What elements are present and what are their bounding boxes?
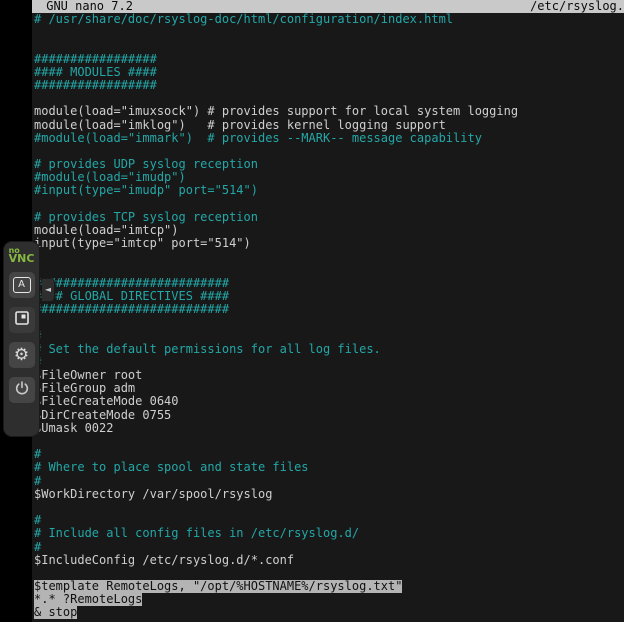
terminal-line: # [34,356,624,369]
terminal-line: # [34,330,624,343]
terminal-line: #module(load="imudp") [34,171,624,184]
terminal-line: $FileCreateMode 0640 [34,395,624,408]
terminal-line [34,39,624,52]
terminal-line [34,567,624,580]
terminal-line: module(load="imklog") # provides kernel … [34,119,624,132]
disconnect-button[interactable] [9,377,35,403]
gear-icon: ⚙ [14,347,29,364]
terminal-line: #### GLOBAL DIRECTIVES #### [34,290,624,303]
terminal-line: ################# [34,79,624,92]
terminal-line: # /usr/share/doc/rsyslog-doc/html/config… [34,13,624,26]
terminal-line: # [34,514,624,527]
novnc-toolbar[interactable]: no VNC A ⚙ ◄ [3,241,40,437]
fullscreen-icon [14,310,30,330]
terminal-line [34,316,624,329]
terminal-line: #module(load="immark") # provides --MARK… [34,132,624,145]
terminal-line [34,264,624,277]
terminal-line: module(load="imuxsock") # provides suppo… [34,105,624,118]
terminal-line [34,145,624,158]
terminal-line: # Include all config files in /etc/rsysl… [34,527,624,540]
terminal-line: $IncludeConfig /etc/rsyslog.d/*.conf [34,554,624,567]
terminal-line: $Umask 0022 [34,422,624,435]
terminal-line [34,92,624,105]
terminal-line: #input(type="imudp" port="514") [34,184,624,197]
terminal-line [34,250,624,263]
terminal-line: # Where to place spool and state files [34,461,624,474]
terminal-screen[interactable]: GNU nano 7.2 /etc/rsyslog. # /usr/share/… [32,0,624,622]
fullscreen-button[interactable] [9,307,35,333]
novnc-logo-vnc: VNC [9,255,35,263]
terminal-line: $WorkDirectory /var/spool/rsyslog [34,488,624,501]
keyboard-a-icon: A [13,277,31,293]
power-icon [14,380,30,400]
terminal-line: # [34,475,624,488]
toolbar-collapse-handle[interactable]: ◄ [42,278,55,302]
terminal-line: input(type="imtcp" port="514") [34,237,624,250]
terminal-line [34,435,624,448]
terminal-line: *.* ?RemoteLogs [34,593,624,606]
terminal-line: $FileGroup adm [34,382,624,395]
terminal-line [34,198,624,211]
terminal-line: $DirCreateMode 0755 [34,409,624,422]
terminal-line: # provides UDP syslog reception [34,158,624,171]
terminal-line: ########################### [34,277,624,290]
terminal-line: $FileOwner root [34,369,624,382]
terminal-line [34,501,624,514]
nano-version-label: GNU nano 7.2 [32,0,133,13]
terminal-line: $template RemoteLogs, "/opt/%HOSTNAME%/r… [34,580,624,593]
terminal-line: module(load="imtcp") [34,224,624,237]
terminal-line: # [34,448,624,461]
terminal-line: # [34,541,624,554]
terminal-line: # Set the default permissions for all lo… [34,343,624,356]
terminal-line: # provides TCP syslog reception [34,211,624,224]
terminal-line: & stop [34,606,624,619]
nano-title-bar: GNU nano 7.2 /etc/rsyslog. [32,0,624,13]
terminal-line: #### MODULES #### [34,66,624,79]
terminal-line: ########################### [34,303,624,316]
settings-button[interactable]: ⚙ [9,342,35,368]
terminal-line: ################# [34,53,624,66]
extra-keys-button[interactable]: A [9,272,35,298]
terminal-line [34,26,624,39]
nano-filename-label: /etc/rsyslog. [530,0,624,13]
terminal-buffer: # /usr/share/doc/rsyslog-doc/html/config… [32,13,624,620]
novnc-logo: no VNC [9,247,35,263]
